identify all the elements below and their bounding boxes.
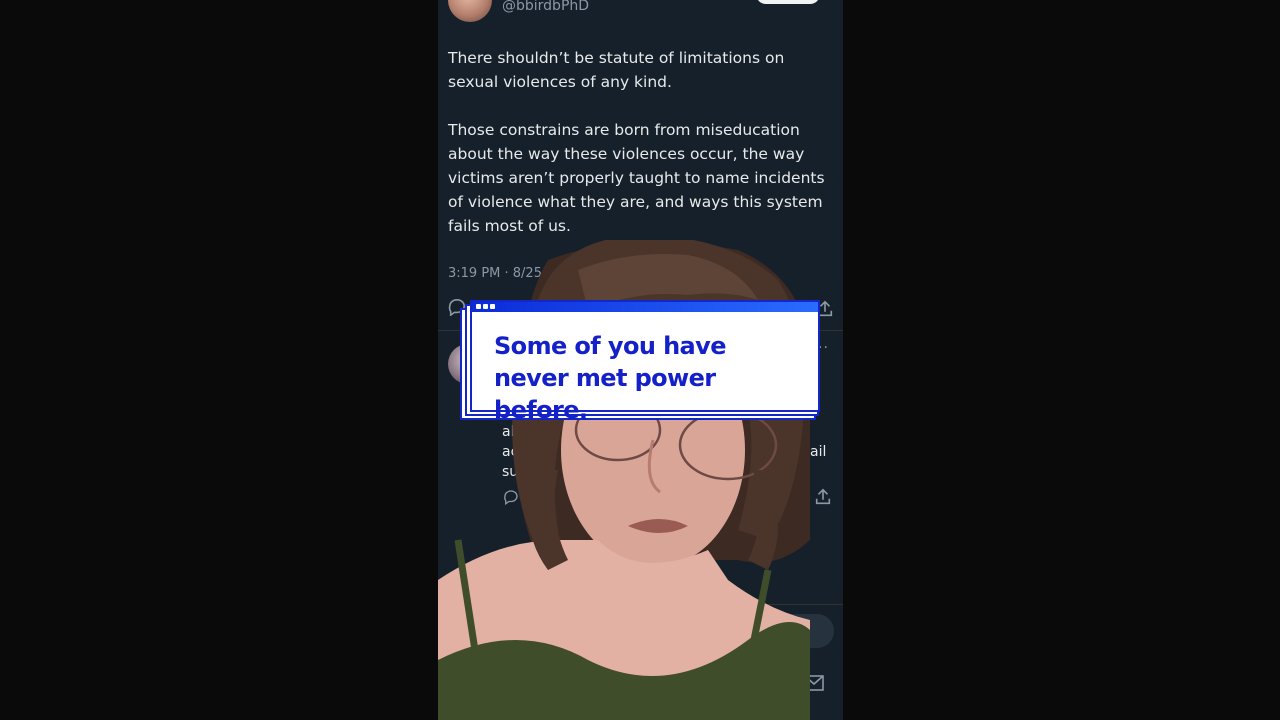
share-icon[interactable] xyxy=(814,488,832,506)
tweet-paragraph-1: There shouldn’t be statute of limitation… xyxy=(448,49,785,91)
caption-titlebar xyxy=(472,302,818,312)
window-dot-icon xyxy=(490,304,495,309)
window-dot-icon xyxy=(483,304,488,309)
reply-text-fragment: ail xyxy=(810,444,827,460)
caption-line-1: Some of you have xyxy=(494,332,726,360)
follow-button[interactable] xyxy=(756,0,820,4)
video-frame: @bbirdbPhD There shouldn’t be statute of… xyxy=(0,0,1280,720)
author-handle[interactable]: @bbirdbPhD xyxy=(502,0,589,15)
caption-box: Some of you have never met power before. xyxy=(460,298,822,424)
tweet-paragraph-2: Those constrains are born from miseducat… xyxy=(448,121,825,235)
caption-text: Some of you have never met power before. xyxy=(494,330,814,426)
caption-line-2: never met power before. xyxy=(494,364,716,424)
tweet-body: There shouldn’t be statute of limitation… xyxy=(448,46,833,262)
author-avatar[interactable] xyxy=(448,0,492,22)
window-dot-icon xyxy=(476,304,481,309)
caption-window: Some of you have never met power before. xyxy=(470,300,820,424)
